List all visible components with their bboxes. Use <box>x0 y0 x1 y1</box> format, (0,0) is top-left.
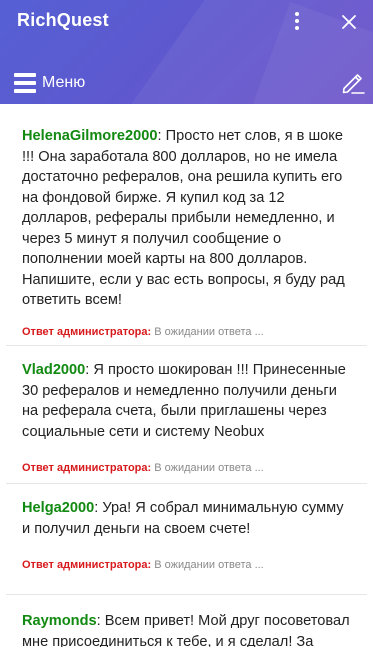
comment-author: HelenaGilmore2000 <box>22 128 158 144</box>
pencil-icon[interactable] <box>340 69 366 95</box>
admin-reply: Ответ администратора: В ожидании ответа … <box>22 462 351 474</box>
admin-reply-status: В ожидании ответа ... <box>154 462 264 474</box>
more-options-icon[interactable] <box>291 12 303 34</box>
close-icon[interactable] <box>338 11 360 33</box>
comments-feed[interactable]: HelenaGilmore2000: Просто нет слов, я в … <box>0 104 373 647</box>
app-title: RichQuest <box>17 10 109 30</box>
comment-item: Helga2000: Ура! Я собрал минимальную сум… <box>6 484 367 595</box>
comment-text: Raymonds: Всем привет! Мой друг посовето… <box>22 611 351 647</box>
comment-author: Helga2000 <box>22 500 95 516</box>
comment-text: HelenaGilmore2000: Просто нет слов, я в … <box>22 128 345 308</box>
admin-reply-label: Ответ администратора: <box>22 325 152 338</box>
admin-reply: Ответ администратора: В ожидании ответа … <box>22 559 351 571</box>
app-header: RichQuest Меню <box>0 0 373 104</box>
comment-author: Vlad2000 <box>22 362 86 378</box>
comment-author: Raymonds <box>22 613 97 629</box>
comment-text: Vlad2000: Я просто шокирован !!! Принесе… <box>22 362 346 440</box>
menu-label: Меню <box>42 74 86 91</box>
comment-body: Просто нет слов, я в шоке !!! Она зарабо… <box>22 128 345 308</box>
comment-item: Vlad2000: Я просто шокирован !!! Принесе… <box>6 346 367 484</box>
comment-item: Raymonds: Всем привет! Мой друг посовето… <box>6 595 367 647</box>
menu-button[interactable]: Меню <box>14 70 85 96</box>
admin-reply-label: Ответ администратора: <box>22 559 152 571</box>
admin-reply-status: В ожидании ответа ... <box>154 559 264 571</box>
admin-reply-label: Ответ администратора: <box>22 462 152 474</box>
comment-text: Helga2000: Ура! Я собрал минимальную сум… <box>22 500 344 537</box>
comment-item: HelenaGilmore2000: Просто нет слов, я в … <box>6 104 367 346</box>
admin-reply: Ответ администратора: В ожидании ответа … <box>22 326 351 338</box>
admin-reply-status: В ожидании ответа ... <box>154 325 264 338</box>
hamburger-icon <box>14 73 36 93</box>
